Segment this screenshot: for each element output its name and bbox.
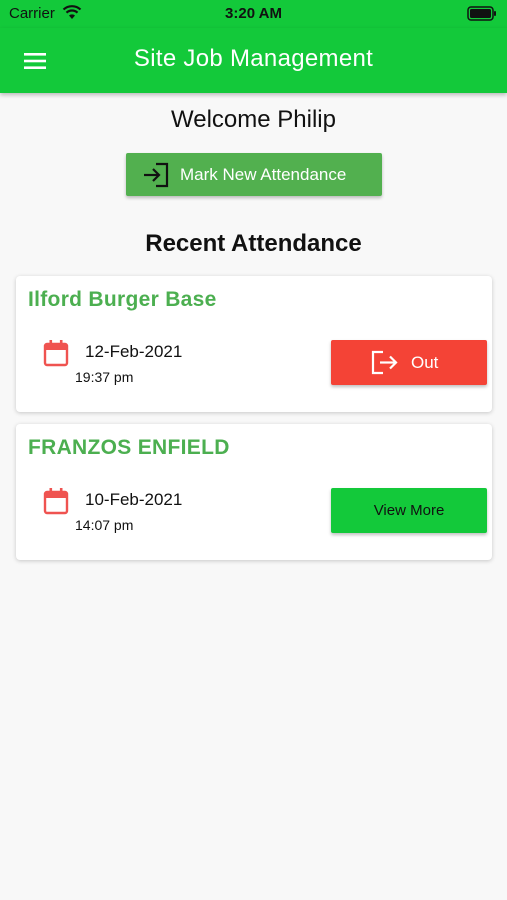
recent-attendance-title: Recent Attendance: [145, 230, 362, 257]
battery-icon: [467, 6, 496, 21]
status-time: 3:20 AM: [225, 5, 282, 22]
calendar-icon: [43, 340, 69, 367]
app-bar: Site Job Management: [0, 28, 507, 93]
sign-out-icon: [371, 350, 398, 375]
attendance-card: Ilford Burger Base 12-Feb-2021 19:37 pm …: [16, 276, 492, 412]
attendance-date: 12-Feb-2021: [85, 342, 183, 361]
sign-in-icon: [144, 162, 169, 188]
calendar-icon: [43, 488, 69, 515]
site-name: Ilford Burger Base: [28, 288, 217, 311]
attendance-date: 10-Feb-2021: [85, 490, 183, 509]
attendance-time: 19:37 pm: [75, 369, 134, 385]
mark-new-attendance-label: Mark New Attendance: [180, 165, 347, 184]
app-title: Site Job Management: [133, 45, 374, 72]
attendance-time: 14:07 pm: [75, 517, 134, 533]
welcome-text: Welcome Philip: [171, 106, 336, 133]
status-bar: Carrier 3:20 AM: [0, 0, 507, 28]
attendance-card: FRANZOS ENFIELD 10-Feb-2021 14:07 pm Vie…: [16, 424, 492, 560]
out-button[interactable]: Out: [331, 340, 487, 385]
view-more-button[interactable]: View More: [331, 488, 487, 533]
out-button-label: Out: [411, 353, 439, 372]
site-name: FRANZOS ENFIELD: [28, 436, 230, 459]
mark-new-attendance-button[interactable]: Mark New Attendance: [126, 153, 382, 196]
